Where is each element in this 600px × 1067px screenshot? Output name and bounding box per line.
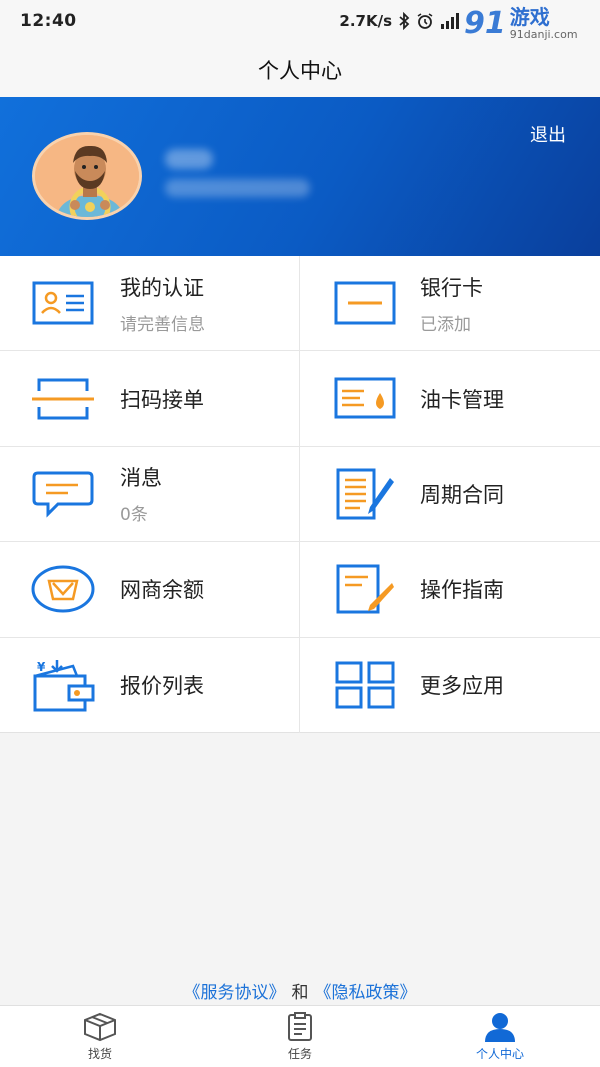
tab-label: 找货 <box>87 1046 112 1061</box>
user-phone-redacted <box>165 179 310 197</box>
id-card-icon <box>30 275 96 331</box>
tab-label: 个人中心 <box>475 1046 524 1061</box>
menu-item-sub: 请完善信息 <box>120 314 205 335</box>
menu-item-bank-card[interactable]: 银行卡 已添加 <box>300 256 600 352</box>
signal-icon <box>440 13 460 29</box>
fuel-card-icon <box>332 371 398 427</box>
task-list-icon <box>282 1011 318 1042</box>
grid-apps-icon <box>332 657 398 713</box>
tab-tasks[interactable]: 任务 <box>200 1006 400 1067</box>
menu-item-mybank-balance[interactable]: 网商余额 <box>0 542 300 638</box>
bluetooth-icon <box>398 12 410 30</box>
menu-item-label: 银行卡 <box>420 275 483 300</box>
tab-find-goods[interactable]: 找货 <box>0 1006 200 1067</box>
tab-personal-center[interactable]: 个人中心 <box>400 1006 600 1067</box>
privacy-policy-link[interactable]: 《隐私政策》 <box>315 983 417 1003</box>
menu-item-label: 周期合同 <box>420 482 504 507</box>
mybank-icon <box>30 561 96 617</box>
service-agreement-link[interactable]: 《服务协议》 <box>184 983 286 1003</box>
person-icon <box>482 1012 518 1042</box>
page-title: 个人中心 <box>258 58 342 83</box>
status-time: 12:40 <box>20 11 77 31</box>
menu-item-scan-order[interactable]: 扫码接单 <box>0 351 300 447</box>
menu-item-more-apps[interactable]: 更多应用 <box>300 638 600 733</box>
menu-item-label: 油卡管理 <box>420 387 504 412</box>
menu-item-messages[interactable]: 消息 0条 <box>0 446 300 543</box>
watermark-site: 91danji.com <box>509 27 578 41</box>
watermark-logo: 91 游戏 91danji.com <box>464 4 594 42</box>
guide-icon <box>332 561 398 617</box>
message-icon <box>30 466 96 522</box>
bottom-tab-bar: 找货 任务 个人中心 <box>0 1005 600 1067</box>
menu-item-sub: 已添加 <box>420 314 471 335</box>
watermark-title: 游戏 <box>509 4 550 29</box>
package-icon <box>82 1012 118 1042</box>
bank-card-icon <box>332 275 398 331</box>
scan-icon <box>30 371 96 427</box>
agreement-links: 《服务协议》和《隐私政策》 <box>0 978 600 1003</box>
menu-item-periodic-contract[interactable]: 周期合同 <box>300 447 600 543</box>
user-name-redacted <box>165 149 213 169</box>
menu-item-quote-list[interactable]: ¥ 报价列表 <box>0 637 300 733</box>
alarm-icon <box>416 12 434 30</box>
menu-item-label: 报价列表 <box>120 674 204 699</box>
nav-header: 个人中心 <box>0 42 600 97</box>
menu-grid: 我的认证 请完善信息 银行卡 已添加 扫码接单 油卡管理 消息 0条 周期合同 … <box>0 256 600 733</box>
driver-avatar-icon[interactable] <box>32 132 142 220</box>
status-indicators: 2.7K/s <box>339 12 460 30</box>
network-speed: 2.7K/s <box>339 12 392 30</box>
menu-item-fuel-card[interactable]: 油卡管理 <box>300 351 600 447</box>
watermark-logo-number: 91 <box>464 5 506 41</box>
menu-item-my-certification[interactable]: 我的认证 请完善信息 <box>0 256 300 352</box>
contract-icon <box>332 466 398 522</box>
menu-item-label: 消息 <box>120 466 162 491</box>
tab-label: 任务 <box>287 1046 312 1061</box>
menu-item-label: 我的认证 <box>120 275 204 300</box>
menu-item-sub: 0条 <box>120 505 148 526</box>
profile-banner: 退出 <box>0 97 600 256</box>
menu-item-label: 更多应用 <box>420 674 504 699</box>
svg-text:¥: ¥ <box>37 660 46 674</box>
menu-item-label: 操作指南 <box>420 578 504 603</box>
menu-item-label: 网商余额 <box>120 578 204 603</box>
wallet-quote-icon: ¥ <box>30 657 96 713</box>
menu-item-label: 扫码接单 <box>120 387 204 412</box>
agreement-and-text: 和 <box>291 983 309 1003</box>
logout-button[interactable]: 退出 <box>530 121 566 147</box>
menu-item-operation-guide[interactable]: 操作指南 <box>300 542 600 638</box>
